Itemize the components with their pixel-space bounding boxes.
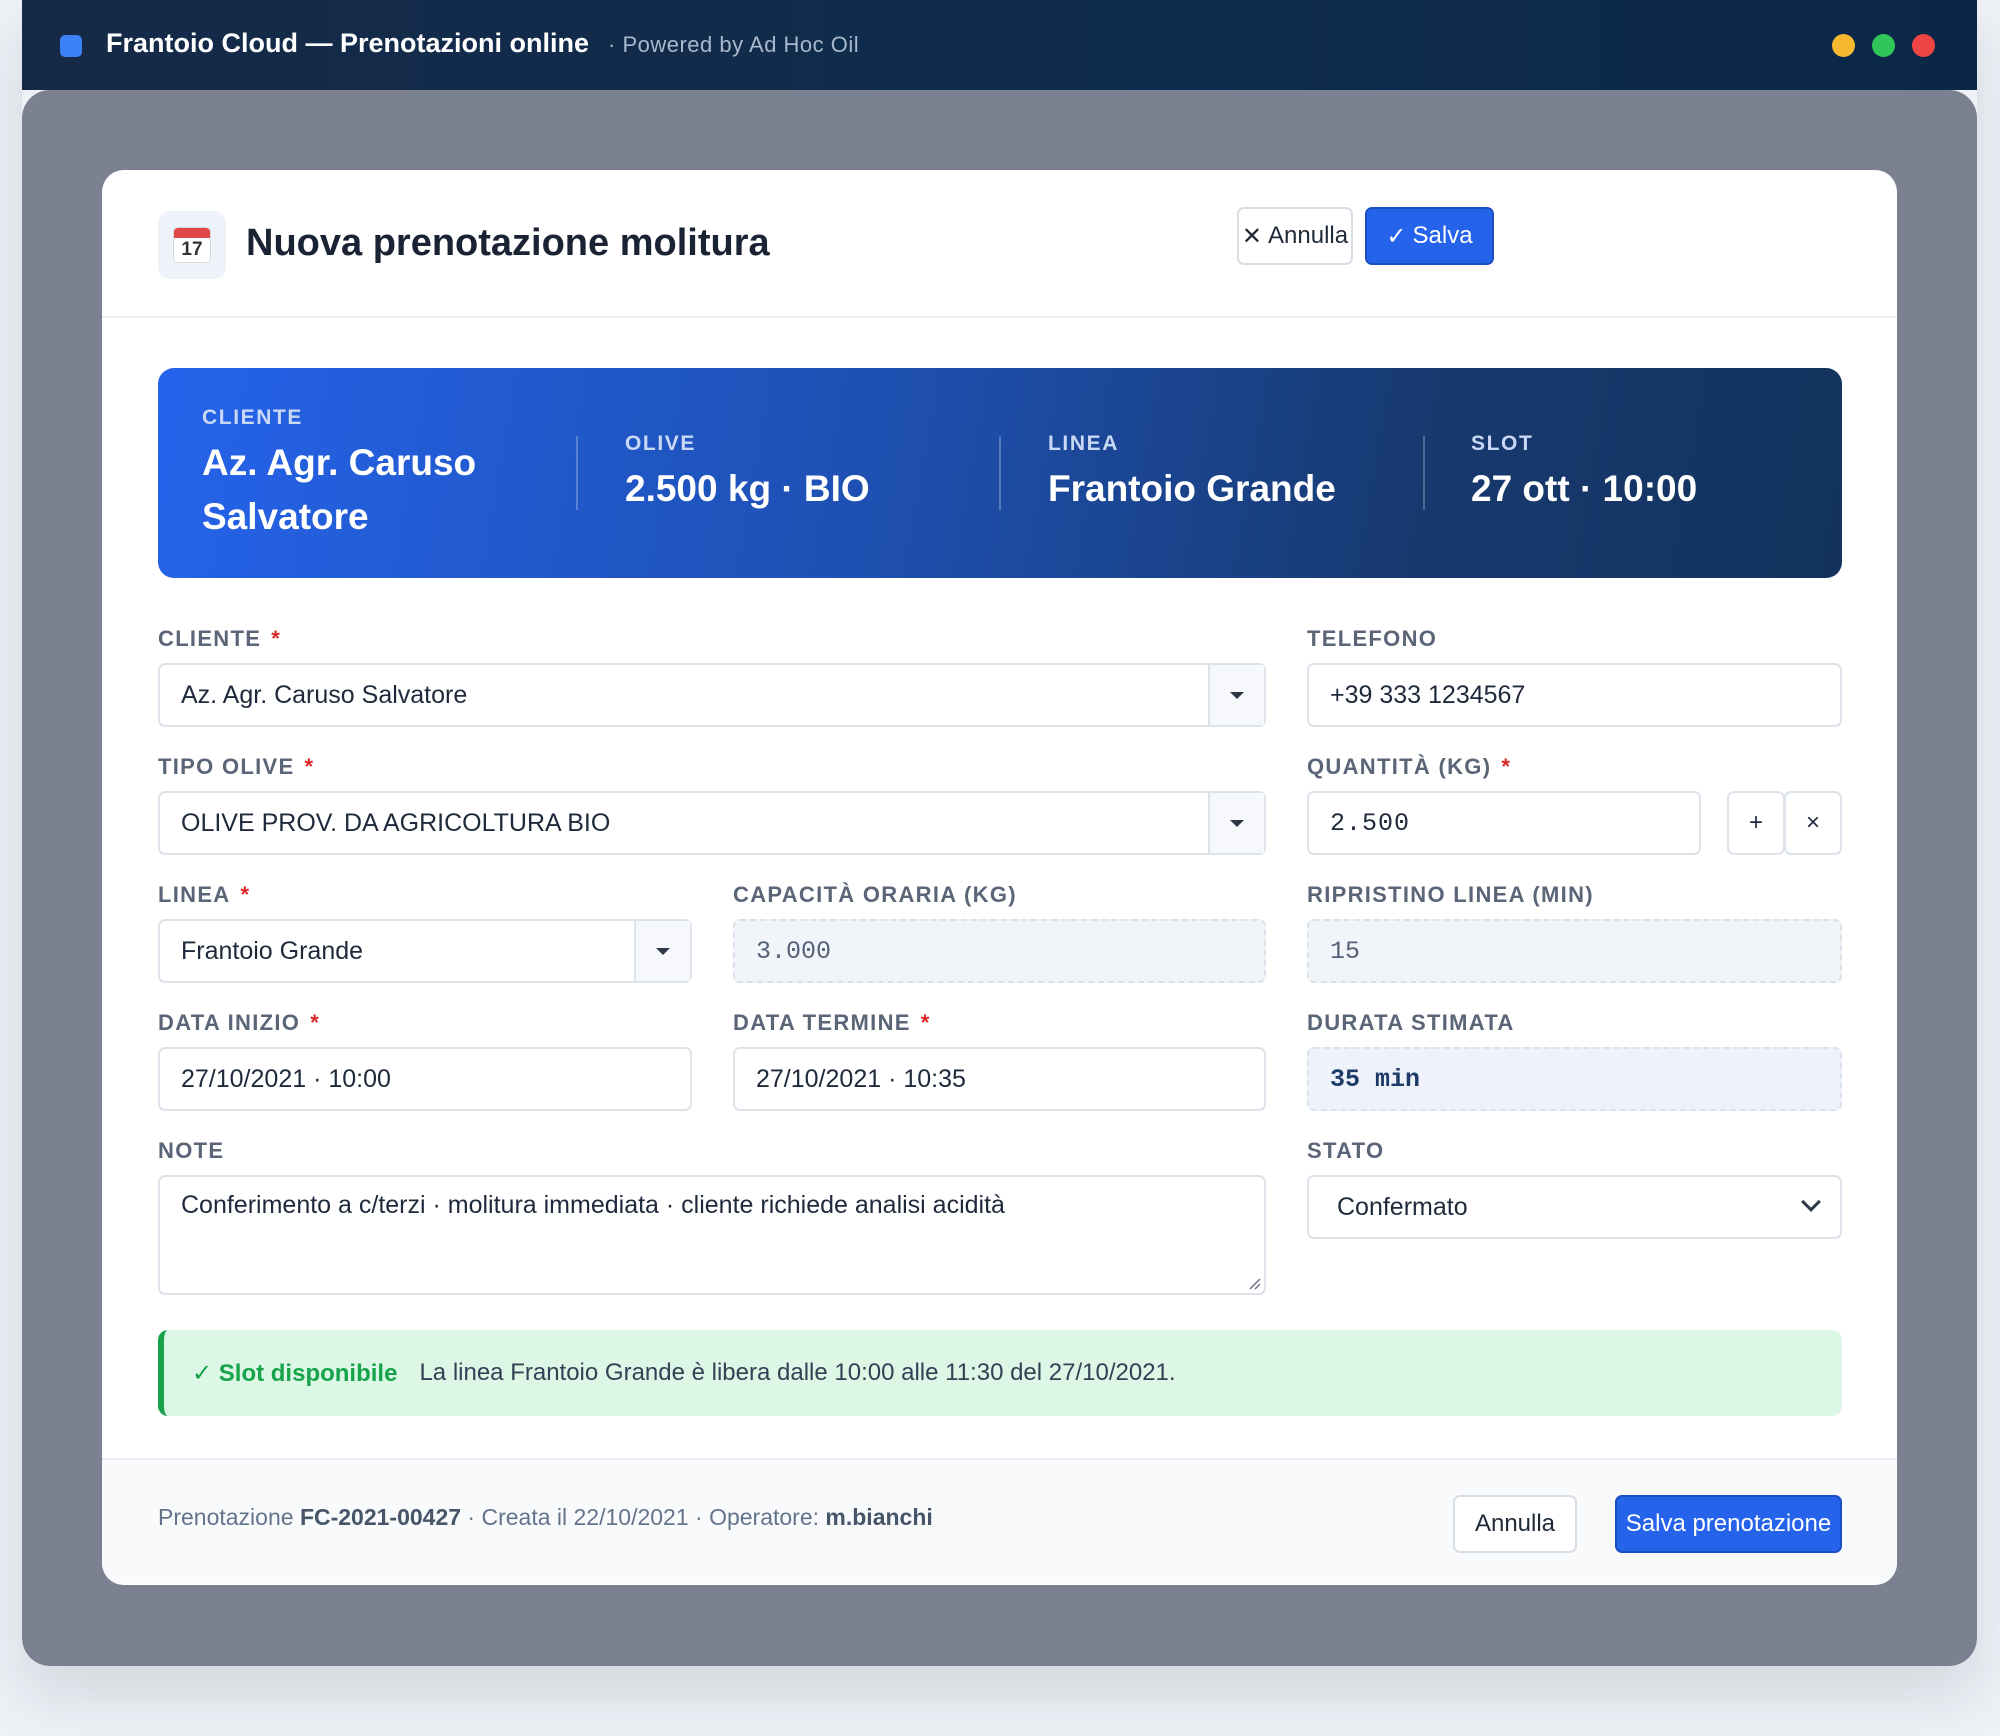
- note-textarea[interactable]: Conferimento a c/terzi · molitura immedi…: [158, 1175, 1266, 1295]
- close-window-button[interactable]: [1912, 34, 1935, 57]
- telefono-label: TELEFONO: [1307, 626, 1438, 651]
- dialog-header: 17 Nuova prenotazione molitura ✕ Annulla …: [102, 170, 1897, 318]
- data-inizio-label: DATA INIZIO *: [158, 1010, 321, 1035]
- summary-linea-label: LINEA: [1048, 432, 1119, 455]
- caret-down-icon: [656, 947, 670, 955]
- capacita-readonly-field: 3.000: [733, 919, 1266, 983]
- caret-down-icon: [1230, 819, 1244, 827]
- chevron-down-icon: [1801, 1192, 1821, 1212]
- resize-handle-icon[interactable]: [1247, 1276, 1261, 1290]
- quantita-label: QUANTITÀ (KG) *: [1307, 754, 1512, 779]
- tipo-olive-dropdown-button[interactable]: [1208, 793, 1264, 853]
- close-icon: ✕: [1241, 222, 1263, 250]
- app-title: Frantoio Cloud — Prenotazioni online: [106, 28, 589, 58]
- linea-dropdown-button[interactable]: [634, 921, 690, 981]
- data-termine-label: DATA TERMINE *: [733, 1010, 931, 1035]
- quantita-increment-button[interactable]: +: [1727, 791, 1785, 855]
- summary-linea-value: Frantoio Grande: [1048, 468, 1336, 509]
- ripristino-label: RIPRISTINO LINEA (MIN): [1307, 882, 1594, 907]
- data-inizio-input[interactable]: 27/10/2021 · 10:00: [158, 1047, 692, 1111]
- app-logo-icon: [60, 35, 82, 57]
- app-subtitle: · Powered by Ad Hoc Oil: [608, 32, 860, 57]
- title-bar: Frantoio Cloud — Prenotazioni online · P…: [22, 0, 1977, 90]
- booking-id: FC-2021-00427: [299, 1504, 462, 1530]
- caret-down-icon: [1230, 691, 1244, 699]
- summary-olive-label: OLIVE: [625, 432, 697, 455]
- cliente-select[interactable]: Az. Agr. Caruso Salvatore: [158, 663, 1266, 727]
- booking-summary-banner: CLIENTE Az. Agr. Caruso Salvatore OLIVE …: [158, 368, 1842, 578]
- durata-label: DURATA STIMATA: [1307, 1010, 1515, 1035]
- linea-select[interactable]: Frantoio Grande: [158, 919, 692, 983]
- booking-meta: Prenotazione FC-2021-00427 · Creata il 2…: [158, 1504, 933, 1530]
- dialog-title: Nuova prenotazione molitura: [246, 222, 770, 264]
- capacita-label: CAPACITÀ ORARIA (KG): [733, 882, 1017, 907]
- summary-cliente-value: Az. Agr. Caruso Salvatore: [202, 442, 477, 537]
- summary-slot-label: SLOT: [1471, 432, 1534, 455]
- cliente-label: CLIENTE *: [158, 626, 282, 651]
- telefono-input[interactable]: +39 333 1234567: [1307, 663, 1842, 727]
- quantita-clear-button[interactable]: ×: [1784, 791, 1842, 855]
- durata-readonly-field: 35 min: [1307, 1047, 1842, 1111]
- summary-cliente-label: CLIENTE: [202, 406, 304, 429]
- stato-label: STATO: [1307, 1138, 1385, 1163]
- save-booking-button[interactable]: Salva prenotazione: [1615, 1495, 1842, 1553]
- data-termine-input[interactable]: 27/10/2021 · 10:35: [733, 1047, 1266, 1111]
- slot-availability-alert: ✓ Slot disponibile La linea Frantoio Gra…: [158, 1330, 1842, 1416]
- footer-cancel-button[interactable]: Annulla: [1453, 1495, 1577, 1553]
- cliente-dropdown-button[interactable]: [1208, 665, 1264, 725]
- alert-title: ✓ Slot disponibile: [192, 1359, 398, 1387]
- note-label: NOTE: [158, 1138, 225, 1163]
- check-icon: ✓: [1386, 222, 1407, 250]
- header-save-button[interactable]: ✓ Salva: [1365, 207, 1494, 265]
- summary-slot-value: 27 ott · 10:00: [1471, 468, 1698, 509]
- quantita-input[interactable]: 2.500: [1307, 791, 1701, 855]
- dialog-footer: Prenotazione FC-2021-00427 · Creata il 2…: [102, 1458, 1897, 1583]
- booking-dialog: 17 Nuova prenotazione molitura ✕ Annulla …: [102, 170, 1897, 1585]
- tipo-olive-label: TIPO OLIVE *: [158, 754, 315, 779]
- summary-olive-value: 2.500 kg · BIO: [625, 468, 870, 509]
- maximize-button[interactable]: [1872, 34, 1895, 57]
- minimize-button[interactable]: [1832, 34, 1855, 57]
- modal-backdrop: 17 Nuova prenotazione molitura ✕ Annulla …: [22, 90, 1977, 1666]
- tipo-olive-select[interactable]: OLIVE PROV. DA AGRICOLTURA BIO: [158, 791, 1266, 855]
- alert-message: La linea Frantoio Grande è libera dalle …: [419, 1359, 1176, 1386]
- app-window: Frantoio Cloud — Prenotazioni online · P…: [22, 0, 1977, 1666]
- calendar-icon: 17: [158, 211, 226, 279]
- operator-name: m.bianchi: [825, 1504, 933, 1530]
- ripristino-readonly-field: 15: [1307, 919, 1842, 983]
- stato-select[interactable]: Confermato: [1307, 1175, 1842, 1239]
- linea-label: LINEA *: [158, 882, 251, 907]
- header-cancel-button[interactable]: ✕ Annulla: [1237, 207, 1353, 265]
